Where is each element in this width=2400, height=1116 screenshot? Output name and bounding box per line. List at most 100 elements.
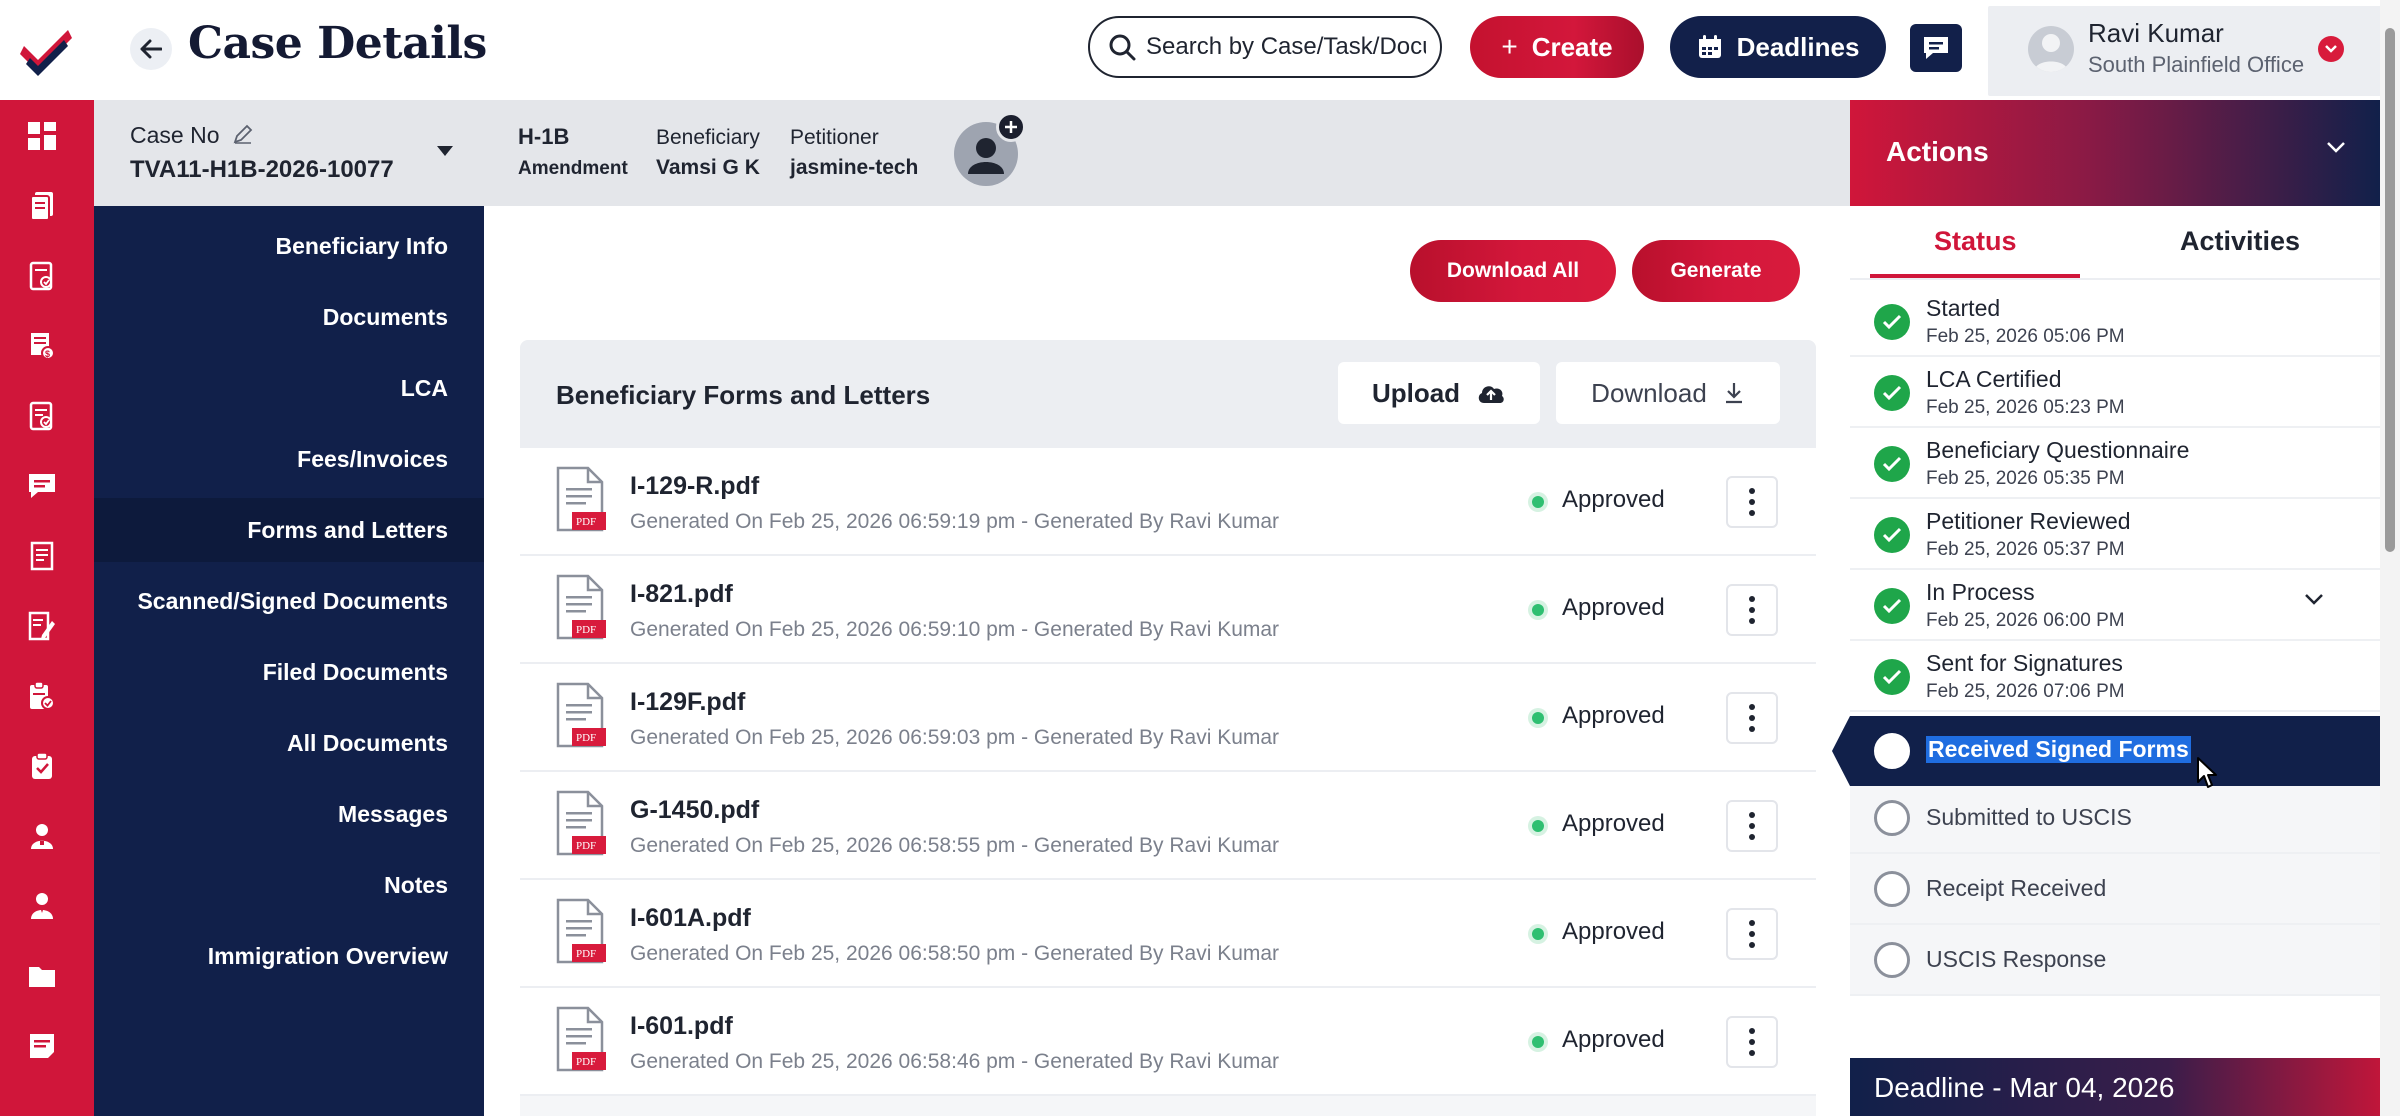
document-row[interactable]: PDF I-601.pdf Generated On Feb 25, 2026 … (520, 988, 1816, 1096)
sidenav-item-filed-documents[interactable]: Filed Documents (94, 640, 484, 704)
generate-button[interactable]: Generate (1632, 240, 1800, 302)
sidenav-item-scanned-signed-documents[interactable]: Scanned/Signed Documents (94, 569, 484, 633)
check-circle-icon (1874, 446, 1910, 482)
sidenav-item-label: Messages (338, 800, 448, 827)
sidenav-item-all-documents[interactable]: All Documents (94, 711, 484, 775)
status-dot-icon (1532, 1036, 1544, 1048)
download-all-button[interactable]: Download All (1410, 240, 1616, 302)
page-scrollbar[interactable] (2380, 0, 2400, 1116)
sidenav-item-fees-invoices[interactable]: Fees/Invoices (94, 427, 484, 491)
sidenav-item-immigration-overview[interactable]: Immigration Overview (94, 924, 484, 988)
document-more-menu[interactable] (1726, 584, 1778, 636)
folder-icon[interactable] (24, 958, 60, 994)
add-contact-plus-icon[interactable] (996, 112, 1026, 142)
status-step-date: Feb 25, 2026 06:00 PM (1926, 610, 2125, 631)
messages-icon[interactable] (24, 468, 60, 504)
status-step-started[interactable]: Started Feb 25, 2026 05:06 PM (1850, 286, 2380, 357)
app-logo-icon[interactable] (20, 24, 76, 76)
cloud-upload-icon (1478, 386, 1504, 403)
notes-icon[interactable] (24, 1028, 60, 1064)
scrollbar-thumb[interactable] (2385, 28, 2395, 552)
chevron-down-icon[interactable] (2318, 36, 2344, 62)
status-dot-icon (1532, 712, 1544, 724)
users-icon[interactable] (24, 888, 60, 924)
status-step-name: Submitted to USCIS (1926, 804, 2132, 830)
kebab-dot (1749, 823, 1755, 829)
document-row[interactable]: PDF I-601A.pdf Generated On Feb 25, 2026… (520, 880, 1816, 988)
sidenav-item-forms-and-letters[interactable]: Forms and Letters (94, 498, 484, 562)
create-button[interactable]: + Create (1470, 16, 1644, 78)
reports-icon[interactable] (24, 398, 60, 434)
document-name[interactable]: I-601.pdf (630, 1012, 733, 1041)
status-step-submitted-to-uscis[interactable]: Submitted to USCIS (1850, 783, 2380, 854)
document-name[interactable]: I-601A.pdf (630, 904, 751, 933)
download-icon (1725, 383, 1742, 404)
checklist-icon[interactable] (24, 748, 60, 784)
document-row[interactable]: PDF G-1450.pdf Generated On Feb 25, 2026… (520, 772, 1816, 880)
document-more-menu[interactable] (1726, 476, 1778, 528)
status-badge: Approved (1562, 1026, 1665, 1053)
upload-button[interactable]: Upload (1338, 362, 1540, 424)
search-input[interactable] (1146, 33, 1426, 61)
document-row[interactable]: PDF I-129-R.pdf Generated On Feb 25, 202… (520, 448, 1816, 556)
document-name[interactable]: I-821.pdf (630, 580, 733, 609)
user-avatar-icon (2034, 34, 2068, 72)
sidenav-item-lca[interactable]: LCA (94, 356, 484, 420)
actions-panel-header[interactable]: Actions (1850, 100, 2380, 206)
library-icon[interactable] (24, 538, 60, 574)
case-number-label: Case No (130, 122, 254, 149)
status-step-receipt-received[interactable]: Receipt Received (1850, 854, 2380, 925)
chevron-down-icon[interactable] (2304, 592, 2324, 610)
sidenav-item-messages[interactable]: Messages (94, 782, 484, 846)
case-select-caret-icon[interactable] (436, 144, 454, 162)
user-profile-menu[interactable]: Ravi Kumar South Plainfield Office (1988, 6, 2388, 96)
document-more-menu[interactable] (1726, 800, 1778, 852)
document-meta: Generated On Feb 25, 2026 06:59:19 pm - … (630, 510, 1280, 533)
tasks-icon[interactable] (24, 258, 60, 294)
forms-icon[interactable] (24, 608, 60, 644)
download-button[interactable]: Download (1556, 362, 1780, 424)
deadlines-button[interactable]: Deadlines (1670, 16, 1886, 78)
cases-icon[interactable] (24, 188, 60, 224)
document-name[interactable]: G-1450.pdf (630, 796, 759, 825)
document-more-menu[interactable] (1726, 1016, 1778, 1068)
status-step-in-process[interactable]: In Process Feb 25, 2026 06:00 PM (1850, 570, 2380, 641)
dashboard-icon[interactable] (24, 118, 60, 154)
document-name[interactable]: I-129-R.pdf (630, 472, 759, 501)
document-name[interactable]: I-129F.pdf (630, 688, 745, 717)
status-step-sent-for-signatures[interactable]: Sent for Signatures Feb 25, 2026 07:06 P… (1850, 641, 2380, 712)
document-meta: Generated On Feb 25, 2026 06:58:50 pm - … (630, 942, 1280, 965)
documents-icon[interactable] (24, 678, 60, 714)
tab-activities[interactable]: Activities (2180, 226, 2300, 257)
status-step-lca-certified[interactable]: LCA Certified Feb 25, 2026 05:23 PM (1850, 357, 2380, 428)
edit-pencil-icon[interactable] (232, 123, 254, 145)
document-row[interactable]: PDF I-129F.pdf Generated On Feb 25, 2026… (520, 664, 1816, 772)
status-step-uscis-response[interactable]: USCIS Response (1850, 925, 2380, 996)
global-search[interactable] (1088, 16, 1442, 78)
document-more-menu[interactable] (1726, 692, 1778, 744)
sidenav-item-notes[interactable]: Notes (94, 853, 484, 917)
sidenav-item-beneficiary-info[interactable]: Beneficiary Info (94, 214, 484, 278)
deadline-banner[interactable]: Deadline - Mar 04, 2026 (1850, 1058, 2380, 1116)
sidenav-item-documents[interactable]: Documents (94, 285, 484, 349)
pdf-file-icon: PDF (556, 1006, 606, 1072)
beneficiary-icon[interactable] (24, 818, 60, 854)
back-button[interactable] (130, 28, 172, 70)
tab-status[interactable]: Status (1934, 226, 2017, 257)
invoices-icon[interactable]: $ (24, 328, 60, 364)
document-more-menu[interactable] (1726, 908, 1778, 960)
document-row[interactable]: PDF I-821.pdf Generated On Feb 25, 2026 … (520, 556, 1816, 664)
kebab-dot (1749, 499, 1755, 505)
status-step-received-signed-forms[interactable]: Received Signed Forms (1832, 716, 2380, 786)
top-header: Case Details + Create Deadlines (0, 0, 2400, 100)
document-meta: Generated On Feb 25, 2026 06:58:46 pm - … (630, 1050, 1280, 1073)
active-tab-indicator (1870, 274, 2080, 278)
status-step-petitioner-reviewed[interactable]: Petitioner Reviewed Feb 25, 2026 05:37 P… (1850, 499, 2380, 570)
status-step-name: Received Signed Forms (1926, 736, 2191, 763)
status-step-name: USCIS Response (1926, 946, 2107, 972)
messages-button[interactable] (1910, 24, 1962, 72)
kebab-dot (1749, 942, 1755, 948)
page-title: Case Details (188, 18, 487, 69)
status-step-beneficiary-questionnaire[interactable]: Beneficiary Questionnaire Feb 25, 2026 0… (1850, 428, 2380, 499)
chevron-down-icon[interactable] (2326, 140, 2346, 158)
